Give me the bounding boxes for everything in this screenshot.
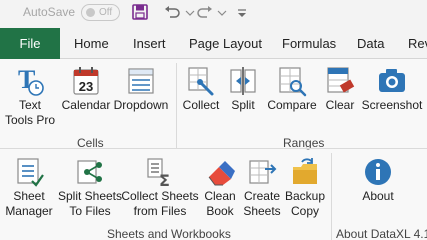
ribbon-row-divider bbox=[0, 148, 427, 149]
ribbon-tabs: File Home Insert Page Layout Formulas Da… bbox=[0, 25, 427, 59]
calendar-label: Calendar bbox=[61, 98, 111, 112]
collect-icon bbox=[188, 67, 214, 96]
autosave-state: Off bbox=[99, 7, 113, 18]
compare-label: Compare bbox=[267, 98, 317, 112]
dropdown-label: Dropdown bbox=[113, 98, 169, 112]
clear-label: Clear bbox=[325, 98, 355, 112]
save-icon[interactable] bbox=[131, 3, 149, 21]
redo-dropdown-icon[interactable] bbox=[214, 3, 232, 21]
screenshot-button[interactable]: Screenshot bbox=[360, 64, 424, 113]
text-tools-icon: T bbox=[18, 65, 44, 96]
dropdown-list-icon bbox=[128, 68, 154, 94]
folder-backup-icon bbox=[293, 158, 317, 184]
calendar-button[interactable]: 23 Calendar bbox=[60, 64, 112, 113]
collect-sheets-label: Collect Sheets from Files bbox=[121, 189, 199, 218]
split-sheets-button[interactable]: Split Sheets To Files bbox=[57, 155, 123, 219]
backup-copy-label: Backup Copy bbox=[284, 189, 326, 218]
sheets-group-label: Sheets and Workbooks bbox=[107, 227, 231, 240]
about-button[interactable]: About bbox=[352, 155, 404, 204]
quick-access-toolbar: AutoSave Off bbox=[0, 0, 427, 25]
create-sheets-button[interactable]: Create Sheets bbox=[242, 155, 282, 219]
split-icon bbox=[230, 67, 256, 95]
group-separator bbox=[331, 153, 332, 240]
collect-sheets-icon: Σ bbox=[147, 158, 170, 189]
sheet-manager-button[interactable]: Sheet Manager bbox=[3, 155, 55, 219]
clear-range-icon bbox=[327, 67, 355, 93]
calendar-day-number: 23 bbox=[79, 79, 93, 94]
split-sheets-icon bbox=[77, 160, 102, 184]
tab-formulas[interactable]: Formulas bbox=[282, 28, 336, 59]
svg-text:Σ: Σ bbox=[159, 171, 170, 189]
backup-copy-button[interactable]: Backup Copy bbox=[282, 155, 328, 219]
collect-button[interactable]: Collect bbox=[180, 64, 222, 113]
calendar-icon: 23 bbox=[73, 67, 99, 95]
undo-icon[interactable] bbox=[163, 3, 181, 21]
tab-home[interactable]: Home bbox=[74, 28, 109, 59]
create-sheets-icon bbox=[249, 160, 277, 184]
sheet-manager-label: Sheet Manager bbox=[5, 189, 53, 218]
group-separator bbox=[176, 63, 177, 148]
tab-page-layout[interactable]: Page Layout bbox=[189, 28, 262, 59]
info-icon bbox=[365, 159, 391, 185]
compare-button[interactable]: Compare bbox=[264, 64, 320, 113]
tab-file[interactable]: File bbox=[0, 28, 60, 59]
text-tools-pro-button[interactable]: T Text Tools Pro bbox=[4, 64, 56, 128]
tab-data[interactable]: Data bbox=[357, 28, 384, 59]
collect-sheets-button[interactable]: Σ Collect Sheets from Files bbox=[121, 155, 199, 219]
collect-label: Collect bbox=[182, 98, 220, 112]
autosave-label: AutoSave bbox=[23, 5, 76, 19]
screenshot-label: Screenshot bbox=[361, 98, 423, 112]
customize-toolbar-icon[interactable] bbox=[233, 3, 251, 21]
tab-review[interactable]: Rev bbox=[408, 28, 427, 59]
clean-book-label: Clean Book bbox=[204, 189, 236, 218]
clean-book-button[interactable]: Clean Book bbox=[200, 155, 240, 219]
autosave-toggle[interactable]: Off bbox=[81, 4, 120, 21]
split-button[interactable]: Split bbox=[226, 64, 260, 113]
about-group-label: About DataXL 4.1 bbox=[336, 227, 427, 240]
compare-icon bbox=[279, 67, 307, 97]
redo-icon[interactable] bbox=[196, 3, 214, 21]
toggle-knob bbox=[86, 8, 95, 17]
eraser-icon bbox=[208, 161, 235, 186]
create-sheets-label: Create Sheets bbox=[243, 189, 281, 218]
ribbon-panel: T Text Tools Pro 23 Calendar Dropdown Ce… bbox=[0, 59, 427, 240]
text-tools-pro-label: Text Tools Pro bbox=[4, 98, 56, 127]
clear-button[interactable]: Clear bbox=[322, 64, 358, 113]
split-label: Split bbox=[231, 98, 255, 112]
dropdown-button[interactable]: Dropdown bbox=[111, 64, 171, 113]
sheet-manager-icon bbox=[17, 158, 44, 187]
about-label: About bbox=[362, 189, 394, 203]
tab-insert[interactable]: Insert bbox=[133, 28, 166, 59]
split-sheets-label: Split Sheets To Files bbox=[57, 189, 123, 218]
camera-icon bbox=[379, 69, 405, 92]
